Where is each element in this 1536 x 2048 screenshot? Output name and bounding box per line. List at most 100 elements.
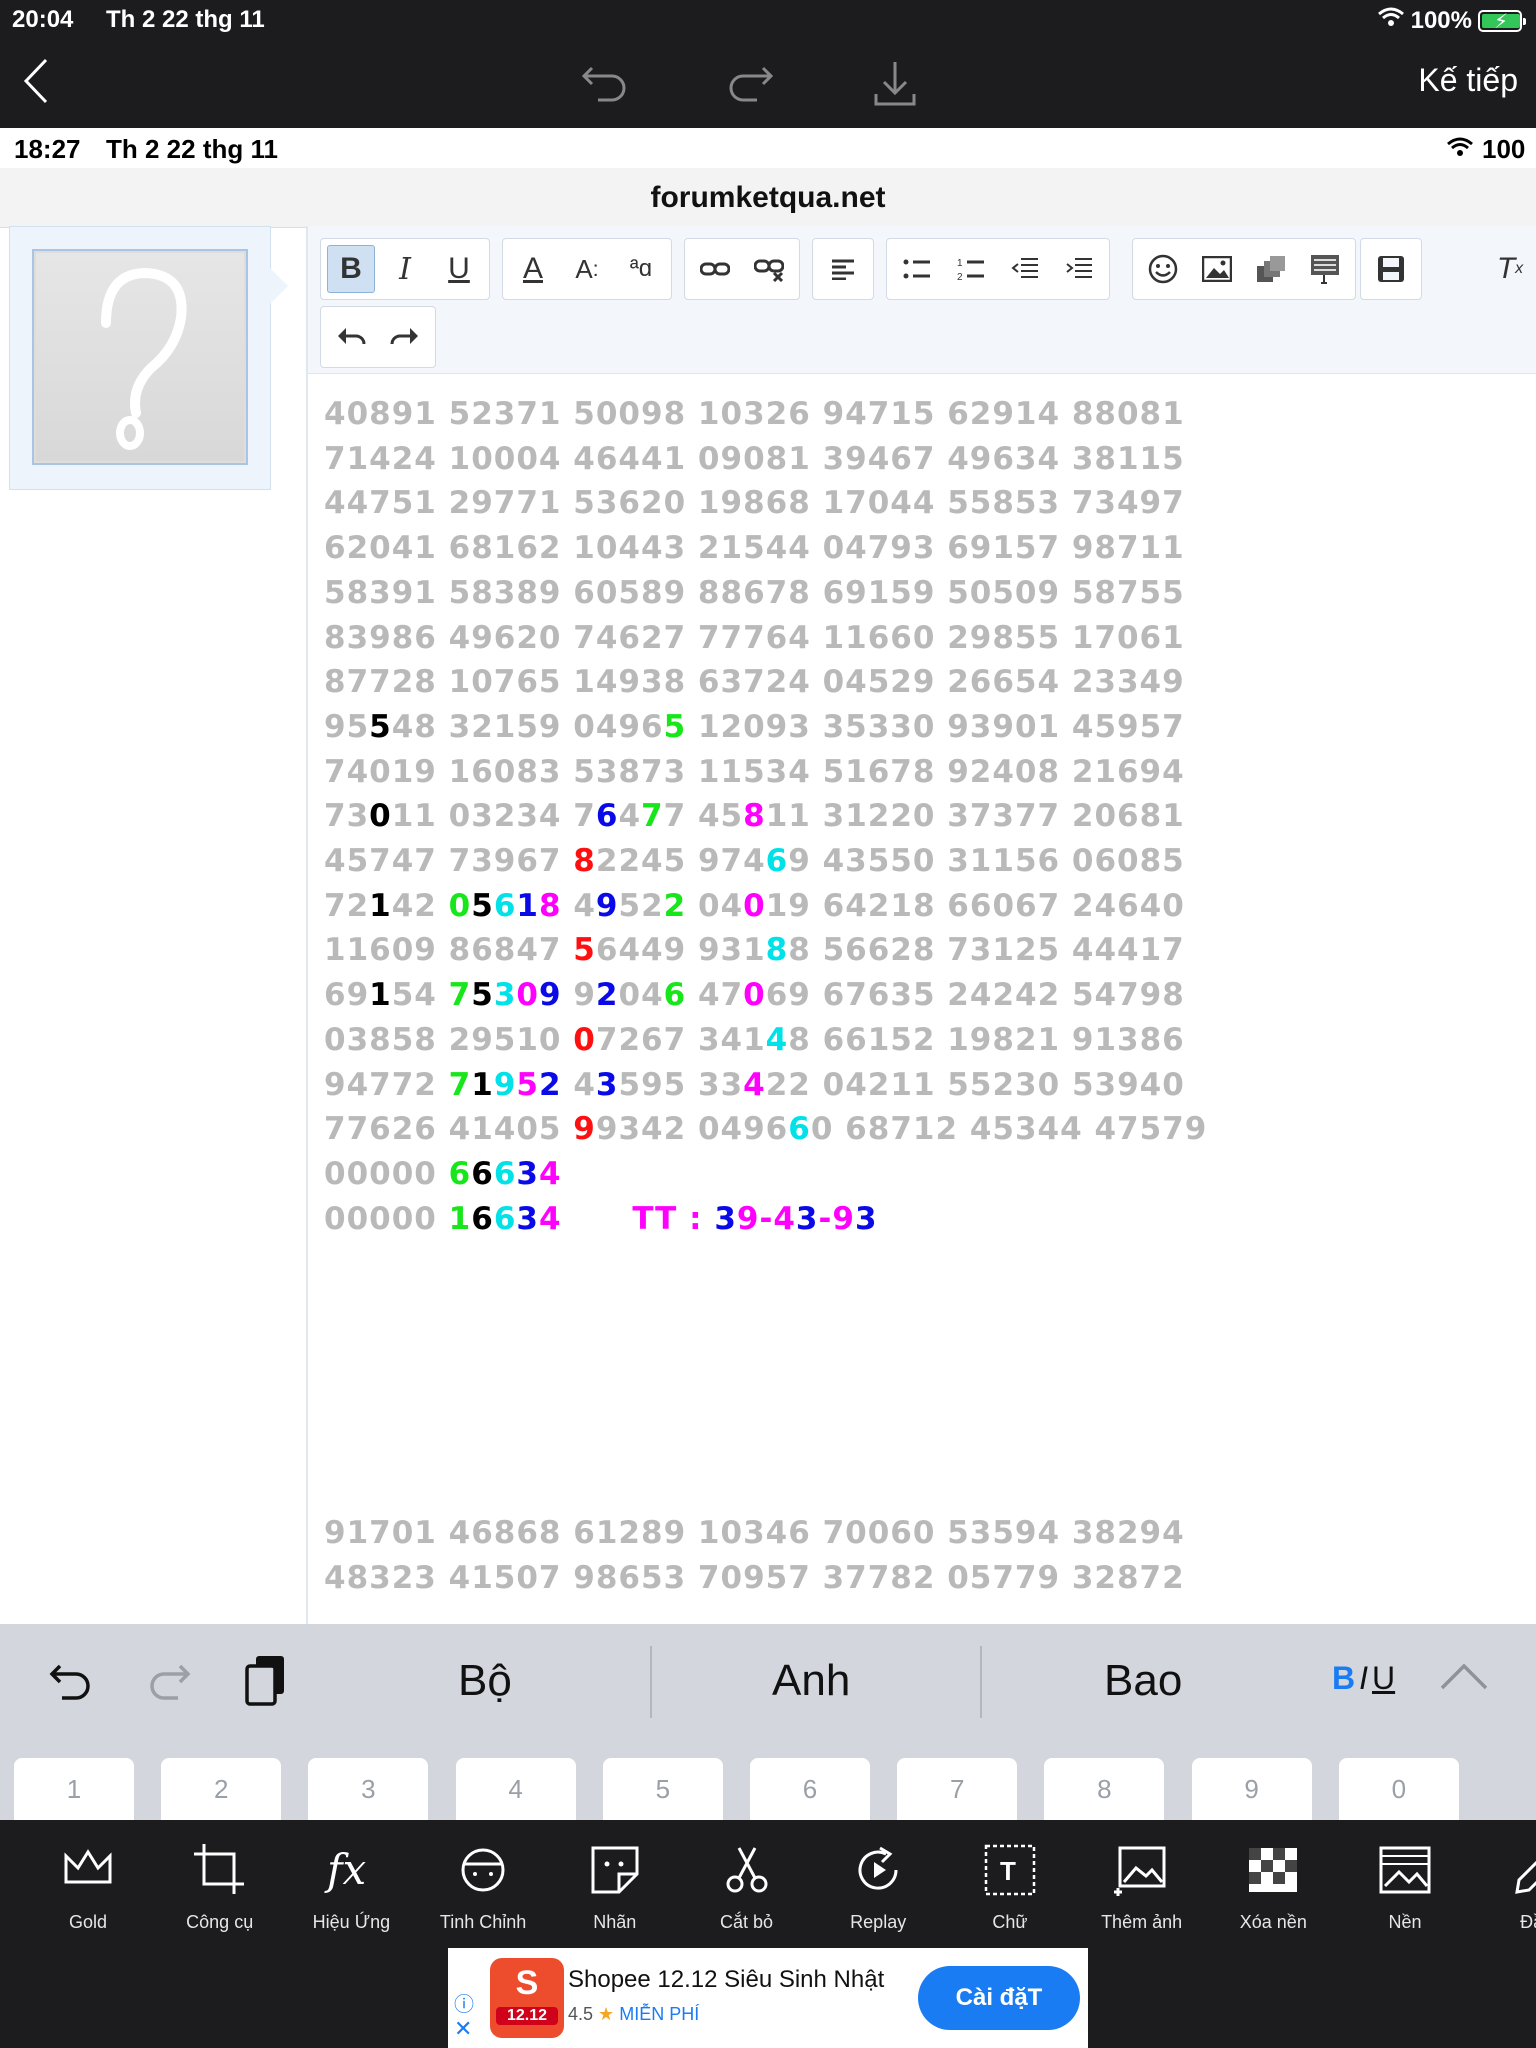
format-italic[interactable]: I — [1355, 1660, 1372, 1696]
svg-text:2: 2 — [957, 272, 963, 282]
inner-status-time: 18:27 — [14, 134, 81, 164]
tool-brush[interactable]: Đầu — [1471, 1820, 1536, 1948]
undo-icon[interactable] — [580, 58, 630, 113]
smiley-icon[interactable] — [1139, 245, 1187, 293]
number-segment: 11 31220 37377 20681 — [765, 798, 1185, 835]
italic-button[interactable]: I — [381, 245, 429, 293]
outdent-icon[interactable] — [1001, 245, 1049, 293]
key-0[interactable]: 0 — [1338, 1758, 1459, 1820]
quote-icon[interactable] — [1301, 245, 1349, 293]
inner-battery-percent: 100 — [1482, 134, 1526, 164]
bullet-list-icon[interactable] — [893, 245, 941, 293]
key-5[interactable]: 5 — [602, 1758, 723, 1820]
remove-format-icon[interactable]: Tx — [1486, 245, 1534, 293]
shopee-logo: S 12.12 — [490, 1958, 564, 2038]
background-icon — [1375, 1842, 1435, 1898]
tool-label: Cắt bỏ — [719, 1912, 774, 1932]
key-8[interactable]: 8 — [1044, 1758, 1165, 1820]
format-controls[interactable]: BIU — [1332, 1660, 1395, 1697]
number-segment: 0 — [448, 887, 472, 924]
tool-remove-bg[interactable]: Xóa nền — [1207, 1820, 1339, 1948]
tool-crown[interactable]: Gold — [22, 1820, 154, 1948]
tool-text[interactable]: T Chữ — [944, 1820, 1076, 1948]
key-2[interactable]: 2 — [161, 1758, 282, 1820]
number-segment: 11609 86847 — [324, 932, 574, 969]
bold-button[interactable]: B — [327, 245, 375, 293]
tool-label: Replay — [850, 1912, 907, 1932]
numbered-list-icon[interactable]: 12 — [947, 245, 995, 293]
suggestion-2[interactable]: Anh — [772, 1656, 850, 1706]
key-6[interactable]: 6 — [750, 1758, 870, 1820]
editor-undo-icon[interactable] — [327, 313, 375, 361]
tool-background[interactable]: Nền — [1339, 1820, 1471, 1948]
number-segment: 4 — [765, 1021, 789, 1058]
tool-scissors[interactable]: Cắt bỏ — [681, 1820, 813, 1948]
number-segment: 5 — [369, 708, 392, 745]
save-draft-icon[interactable] — [1367, 245, 1415, 293]
editor-toolbar: B I U A A: ªɑ 12 T x — [308, 226, 1536, 374]
paste-icon[interactable] — [244, 1654, 288, 1713]
back-icon[interactable] — [18, 56, 54, 111]
key-7[interactable]: 7 — [897, 1758, 1018, 1820]
ad-close-icon[interactable]: ✕ — [454, 2016, 472, 2042]
question-mark-icon — [101, 267, 187, 450]
number-line: 73011 03234 76477 45811 31220 37377 2068… — [324, 796, 1185, 836]
font-family-button[interactable]: ªɑ — [617, 245, 665, 293]
link-icon[interactable] — [691, 245, 739, 293]
number-segment: TT : — [632, 1200, 715, 1237]
key-3[interactable]: 3 — [308, 1758, 429, 1820]
tool-crop[interactable]: Công cụ — [154, 1820, 286, 1948]
media-icon[interactable] — [1247, 245, 1295, 293]
ad-info-icon[interactable]: ⓘ — [454, 1988, 474, 2017]
download-icon[interactable] — [870, 58, 920, 113]
unlink-icon[interactable] — [745, 245, 793, 293]
tool-label: Nền — [1388, 1912, 1422, 1932]
number-segment: 1 — [516, 887, 539, 924]
next-button[interactable]: Kế tiếp — [1418, 62, 1518, 99]
text-color-button[interactable]: A — [509, 245, 557, 293]
underline-button[interactable]: U — [435, 245, 483, 293]
ad-install-button[interactable]: Cài đặT — [918, 1966, 1080, 2030]
number-line: 58391 58389 60589 88678 69159 50509 5875… — [324, 573, 1185, 613]
format-underline[interactable]: U — [1372, 1660, 1395, 1696]
number-segment: 3 — [493, 977, 517, 1014]
format-bold[interactable]: B — [1332, 1660, 1355, 1696]
keyboard-undo-icon[interactable] — [48, 1658, 94, 1709]
keyboard-redo-icon[interactable] — [146, 1658, 192, 1709]
app-nav-bar: Kế tiếp — [0, 40, 1536, 128]
tool-replay[interactable]: Replay — [812, 1820, 944, 1948]
tool-retouch-face[interactable]: Tinh Chỉnh — [417, 1820, 549, 1948]
chevron-up-icon[interactable] — [1440, 1662, 1488, 1697]
number-segment: 9 43550 31156 06085 — [788, 843, 1185, 879]
number-segment: 6 — [471, 1200, 494, 1237]
key-4[interactable]: 4 — [455, 1758, 576, 1820]
svg-text:fx: fx — [324, 1845, 367, 1894]
key-9[interactable]: 9 — [1191, 1758, 1312, 1820]
number-segment: 4 — [743, 1066, 766, 1103]
url-bar[interactable]: forumketqua.net — [0, 168, 1536, 228]
number-line: 83986 49620 74627 77764 11660 29855 1706… — [324, 618, 1185, 658]
tool-add-photo[interactable]: Thêm ảnh — [1076, 1820, 1208, 1948]
number-segment: 40891 52371 50098 10326 94715 62914 8808… — [324, 396, 1185, 432]
key-1[interactable]: 1 — [14, 1758, 134, 1820]
align-left-icon[interactable] — [819, 245, 867, 293]
editor-redo-icon[interactable] — [381, 313, 429, 361]
ad-banner[interactable]: ⓘ ✕ S 12.12 Shopee 12.12 Siêu Sinh Nhật … — [448, 1948, 1088, 2048]
number-segment: 04 — [686, 887, 744, 924]
suggestion-1[interactable]: Bộ — [458, 1656, 512, 1706]
number-segment: 7 — [448, 977, 472, 1014]
tool-sticker[interactable]: Nhãn — [549, 1820, 681, 1948]
number-segment: 4 — [561, 1066, 596, 1103]
number-segment: 12093 35330 93901 45957 — [686, 708, 1185, 745]
post-editor[interactable]: B I U A A: ªɑ 12 T x 40891 52371 50098 1… — [306, 226, 1536, 1820]
indent-icon[interactable] — [1055, 245, 1103, 293]
tool-fx[interactable]: fx Hiệu Ứng — [285, 1820, 417, 1948]
number-line: 11609 86847 56449 93188 56628 73125 4441… — [324, 930, 1185, 970]
redo-icon[interactable] — [725, 58, 775, 113]
suggestion-3[interactable]: Bao — [1104, 1656, 1182, 1706]
image-icon[interactable] — [1193, 245, 1241, 293]
number-segment: 6 — [471, 1155, 494, 1192]
ad-subtitle: 4.5 ★ MIỄN PHÍ — [568, 2004, 700, 2024]
number-segment: 9 — [493, 1066, 517, 1103]
font-size-button[interactable]: A: — [563, 245, 611, 293]
